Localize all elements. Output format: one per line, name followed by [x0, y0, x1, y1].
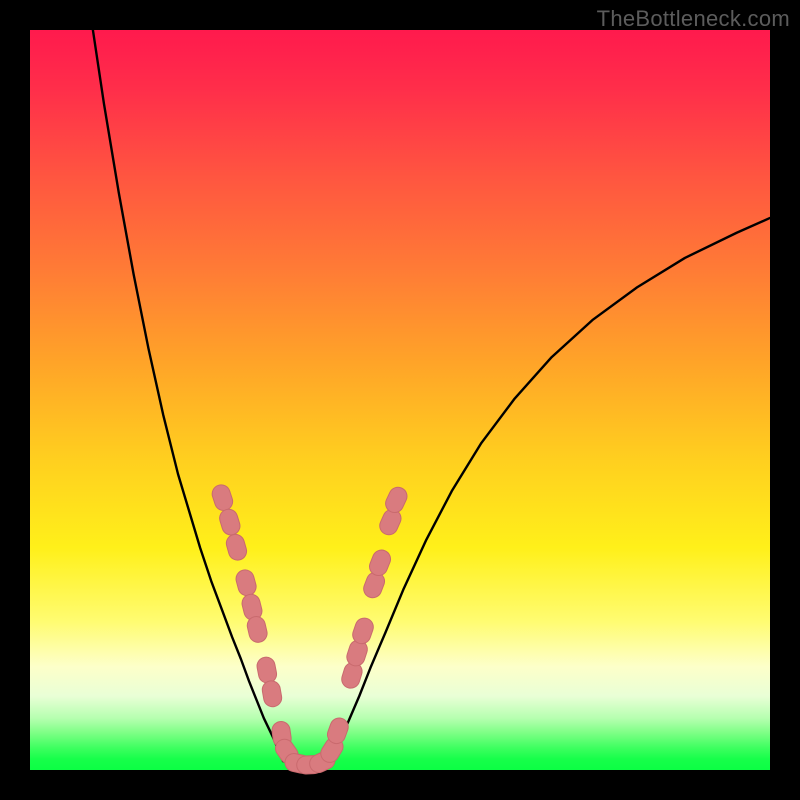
curve-marker	[255, 656, 278, 685]
curve-marker	[210, 483, 235, 513]
chart-frame: TheBottleneck.com	[0, 0, 800, 800]
curve-marker	[261, 679, 283, 708]
watermark-text: TheBottleneck.com	[597, 6, 790, 32]
curve-marker	[217, 507, 242, 537]
curve-path	[93, 30, 770, 766]
chart-svg	[30, 30, 770, 770]
marker-group	[210, 483, 410, 776]
curve-marker	[224, 532, 248, 562]
bottleneck-curve	[93, 30, 770, 766]
curve-marker	[234, 568, 258, 598]
